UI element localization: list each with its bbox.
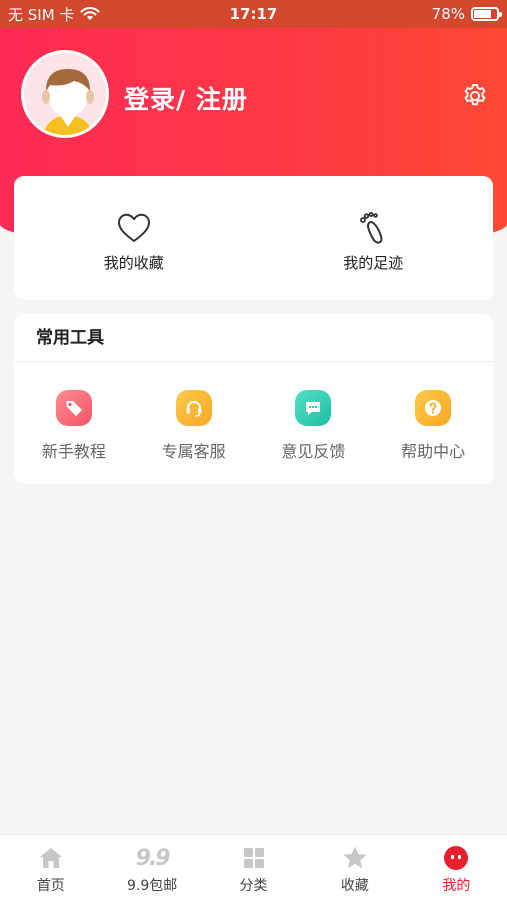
bottom-tab-bar: 首页 9.9 9.9包邮 分类 收藏 我的 [0,834,507,900]
battery-fill [474,10,492,18]
tab-label: 我的 [442,878,471,894]
star-icon [342,845,368,871]
grid-icon [241,845,267,871]
battery-icon [471,7,502,21]
tab-category[interactable]: 分类 [203,835,304,900]
tool-customer-service[interactable]: 专属客服 [134,390,254,462]
avatar[interactable] [21,50,109,138]
settings-gear-icon[interactable] [461,82,489,110]
headset-icon [175,390,212,426]
nine-nine-icon-text: 9.9 [135,845,171,871]
tab-home[interactable]: 首页 [0,835,101,900]
profile-face-icon [443,845,469,871]
avatar-illustration [24,53,106,135]
my-footprints-button[interactable]: 我的足迹 [254,176,494,300]
home-icon [38,845,64,871]
battery-percent: 78% [431,5,465,23]
tab-label: 首页 [36,878,65,894]
nine-nine-icon: 9.9 [136,845,171,871]
carrier-label: 无 SIM 卡 [8,5,75,24]
my-footprints-label: 我的足迹 [343,254,404,272]
footprint-icon [360,212,383,244]
tool-label: 帮助中心 [401,442,466,461]
my-favorites-button[interactable]: 我的收藏 [14,176,254,300]
tab-label: 分类 [239,878,268,894]
tools-title: 常用工具 [14,314,493,362]
question-icon [415,390,452,426]
tab-favorites[interactable]: 收藏 [304,835,405,900]
tab-mine[interactable]: 我的 [406,835,507,900]
tool-help-center[interactable]: 帮助中心 [373,390,493,462]
tool-label: 专属客服 [161,442,226,461]
status-bar: 无 SIM 卡 17:17 78% [0,0,507,28]
tab-nine-nine[interactable]: 9.9 9.9包邮 [101,835,202,900]
chat-icon [295,390,332,426]
quick-actions-card: 我的收藏 我的足迹 [14,176,493,300]
tool-beginner-tutorial[interactable]: 新手教程 [14,390,134,462]
tool-label: 新手教程 [41,442,106,461]
tools-grid: 新手教程 专属客服 意见反馈 帮助中心 [14,362,493,462]
heart-icon [117,213,150,242]
tool-label: 意见反馈 [281,442,346,461]
common-tools-card: 常用工具 新手教程 专属客服 意见反馈 帮助中心 [14,314,493,484]
tab-label: 收藏 [340,878,369,894]
tag-icon [55,390,92,426]
my-favorites-label: 我的收藏 [103,254,164,272]
tab-label: 9.9包邮 [126,878,178,894]
login-register-link[interactable]: 登录/ 注册 [124,80,248,116]
status-right: 78% [431,5,502,23]
tool-feedback[interactable]: 意见反馈 [254,390,374,462]
status-left: 无 SIM 卡 [8,4,100,25]
wifi-icon [80,7,100,20]
